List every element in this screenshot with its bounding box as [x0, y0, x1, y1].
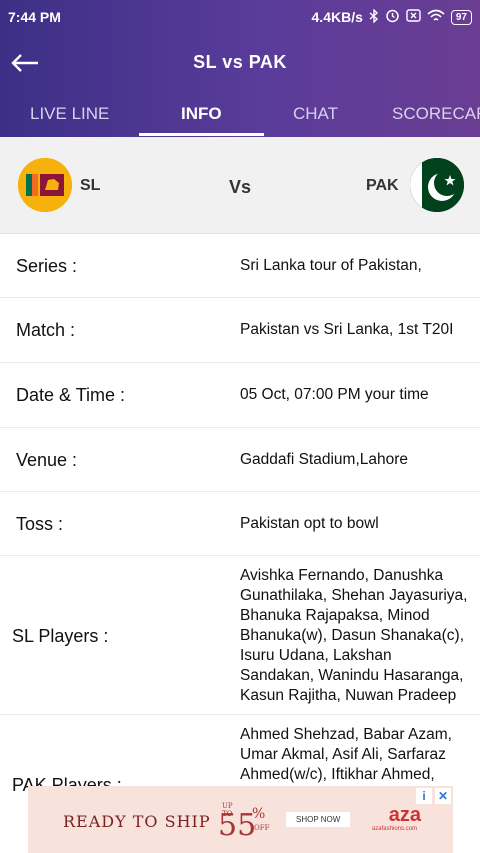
active-tab-indicator [139, 133, 264, 136]
pak-flag-icon [410, 158, 464, 212]
ad-percent: 55 [218, 808, 257, 843]
app-header: 7:44 PM 4.4KB/s 97 SL vs PAK LIVE LINE I… [0, 0, 480, 137]
info-row-date-time: Date & Time : 05 Oct, 07:00 PM your time [0, 363, 480, 428]
tab-scorecard[interactable]: SCORECARD [392, 104, 480, 124]
info-row-toss: Toss : Pakistan opt to bowl [0, 492, 480, 556]
info-value: Gaddafi Stadium,Lahore [240, 451, 409, 468]
ad-controls: i ✕ [416, 788, 451, 804]
match-title: SL vs PAK [193, 52, 287, 72]
sl-flag-icon [18, 158, 72, 212]
tab-live-line[interactable]: LIVE LINE [30, 104, 109, 124]
tab-bar: LIVE LINE INFO CHAT SCORECARD [0, 92, 480, 137]
ad-shop-button[interactable]: SHOP NOW [286, 812, 351, 827]
status-time: 7:44 PM [8, 9, 61, 25]
status-bar: 7:44 PM 4.4KB/s 97 [0, 0, 480, 34]
versus-label: Vs [229, 177, 252, 197]
ad-banner[interactable]: READY TO SHIP UP TO 55 % OFF SHOP NOW az… [28, 786, 453, 853]
info-row-series: Series : Sri Lanka tour of Pakistan, [0, 234, 480, 298]
info-value: Ahmed Shehzad, Babar Azam, Umar Akmal, A… [240, 726, 452, 783]
ad-info-icon[interactable]: i [416, 788, 432, 804]
teams-bar: SL Vs PAK [0, 137, 480, 234]
tab-chat[interactable]: CHAT [293, 104, 338, 124]
away-team-name: PAK [366, 177, 399, 194]
info-label: Venue : [16, 450, 78, 470]
ad-headline: READY TO SHIP [63, 812, 211, 831]
alarm-icon [385, 8, 400, 26]
info-value: Pakistan vs Sri Lanka, 1st T20I [240, 321, 454, 338]
bluetooth-icon [369, 7, 379, 26]
ad-off: OFF [254, 824, 270, 832]
wifi-icon [427, 9, 445, 26]
ad-site: azafashions.com [371, 826, 417, 832]
info-value: Sri Lanka tour of Pakistan, [240, 257, 422, 274]
info-value: Pakistan opt to bowl [240, 515, 379, 532]
status-icons: 4.4KB/s 97 [311, 7, 472, 26]
home-team-name: SL [80, 177, 101, 194]
info-row-match: Match : Pakistan vs Sri Lanka, 1st T20I [0, 298, 480, 363]
info-label: SL Players : [12, 626, 109, 646]
ad-brand-logo: aza [388, 804, 421, 826]
network-speed: 4.4KB/s [311, 9, 363, 25]
notification-off-icon [406, 9, 421, 25]
tab-info[interactable]: INFO [181, 104, 222, 124]
info-label: Series : [16, 256, 78, 276]
info-row-sl-players: SL Players : Avishka Fernando, Danushka … [0, 556, 480, 715]
battery-icon: 97 [450, 9, 472, 25]
ad-percent-sign: % [252, 806, 266, 822]
info-value: 05 Oct, 07:00 PM your time [240, 386, 429, 403]
info-label: Match : [16, 320, 76, 340]
info-row-venue: Venue : Gaddafi Stadium,Lahore [0, 428, 480, 492]
ad-close-icon[interactable]: ✕ [435, 788, 451, 804]
info-value: Avishka Fernando, Danushka Gunathilaka, … [240, 567, 468, 704]
info-label: Toss : [16, 514, 64, 534]
info-label: Date & Time : [16, 385, 126, 405]
title-bar: SL vs PAK [0, 40, 480, 84]
